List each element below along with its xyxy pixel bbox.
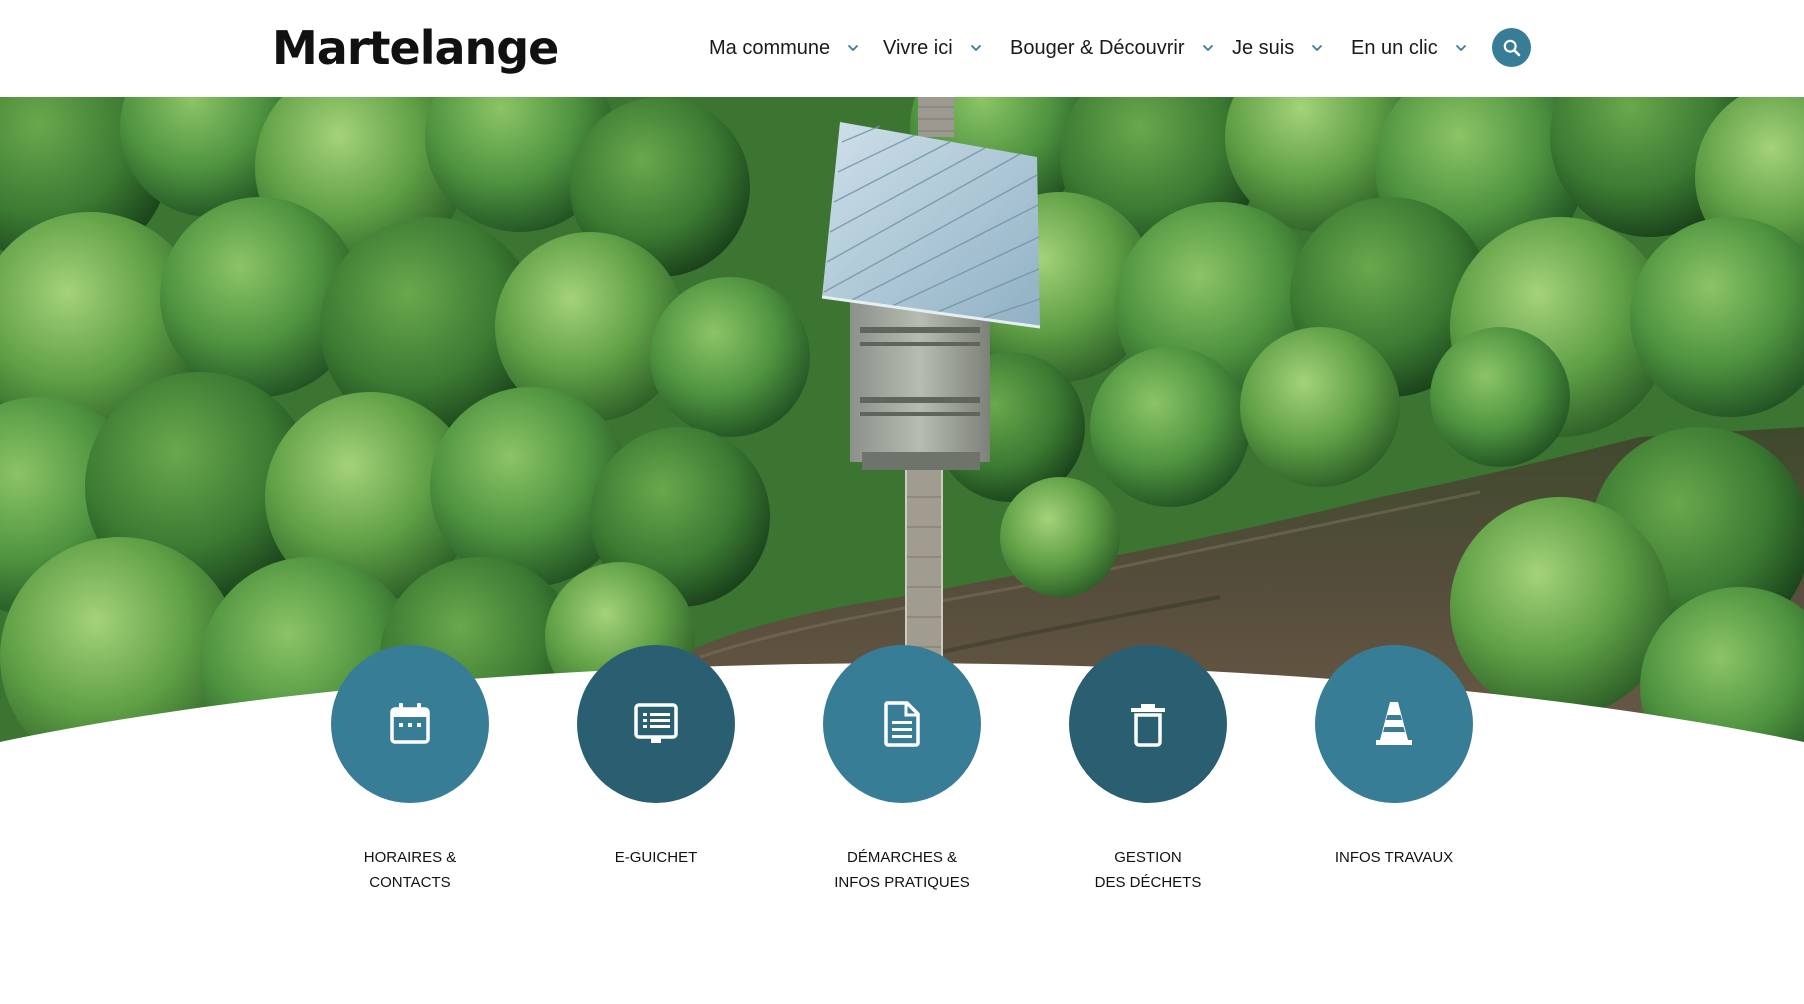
- quick-link-circle: [577, 645, 735, 803]
- quick-link-circle: [823, 645, 981, 803]
- quick-link-e-guichet[interactable]: E-GUICHET: [561, 645, 751, 870]
- nav-item-en-un-clic[interactable]: En un clic: [1351, 28, 1468, 68]
- quick-link-circle: [1315, 645, 1473, 803]
- nav-item-vivre-ici[interactable]: Vivre ici: [883, 28, 983, 68]
- chevron-down-icon: [846, 41, 860, 55]
- chevron-down-icon: [1454, 41, 1468, 55]
- nav-item-label: En un clic: [1351, 36, 1438, 59]
- monitor-icon: [634, 703, 678, 743]
- nav-item-je-suis[interactable]: Je suis: [1232, 28, 1324, 68]
- search-button[interactable]: [1492, 28, 1531, 67]
- quick-link-demarches-infos[interactable]: DÉMARCHES & INFOS PRATIQUES: [807, 645, 997, 895]
- nav-item-bouger-decouvrir[interactable]: Bouger & Découvrir: [1010, 28, 1215, 68]
- nav-item-ma-commune[interactable]: Ma commune: [709, 28, 860, 68]
- quick-link-label: GESTION DES DÉCHETS: [1094, 849, 1202, 891]
- quick-link-gestion-dechets[interactable]: GESTION DES DÉCHETS: [1053, 645, 1243, 895]
- trash-icon: [1131, 704, 1165, 747]
- nav-item-label: Ma commune: [709, 36, 831, 59]
- nav-item-label: Vivre ici: [883, 36, 953, 59]
- search-icon: [1503, 39, 1520, 56]
- traffic-cone-icon: [1376, 702, 1412, 745]
- nav-item-label: Bouger & Découvrir: [1010, 36, 1185, 59]
- quick-link-label: HORAIRES & CONTACTS: [363, 849, 457, 891]
- quick-link-label: E-GUICHET: [614, 849, 698, 866]
- main-nav: Ma commune Vivre ici Bouger & Découvrir …: [0, 28, 1804, 68]
- quick-link-label: DÉMARCHES & INFOS PRATIQUES: [834, 849, 970, 891]
- quick-link-circle: [1069, 645, 1227, 803]
- site-header: Martelange Ma commune Vivre ici Bouger &…: [0, 0, 1804, 97]
- chevron-down-icon: [1310, 41, 1324, 55]
- nav-item-label: Je suis: [1232, 36, 1295, 59]
- quick-link-infos-travaux[interactable]: INFOS TRAVAUX: [1299, 645, 1489, 870]
- chevron-down-icon: [969, 41, 983, 55]
- quick-link-horaires-contacts[interactable]: HORAIRES & CONTACTS: [315, 645, 505, 895]
- quick-link-label: INFOS TRAVAUX: [1334, 849, 1454, 866]
- chevron-down-icon: [1201, 41, 1215, 55]
- document-icon: [884, 701, 920, 747]
- quick-link-circle: [331, 645, 489, 803]
- calendar-icon: [390, 703, 430, 744]
